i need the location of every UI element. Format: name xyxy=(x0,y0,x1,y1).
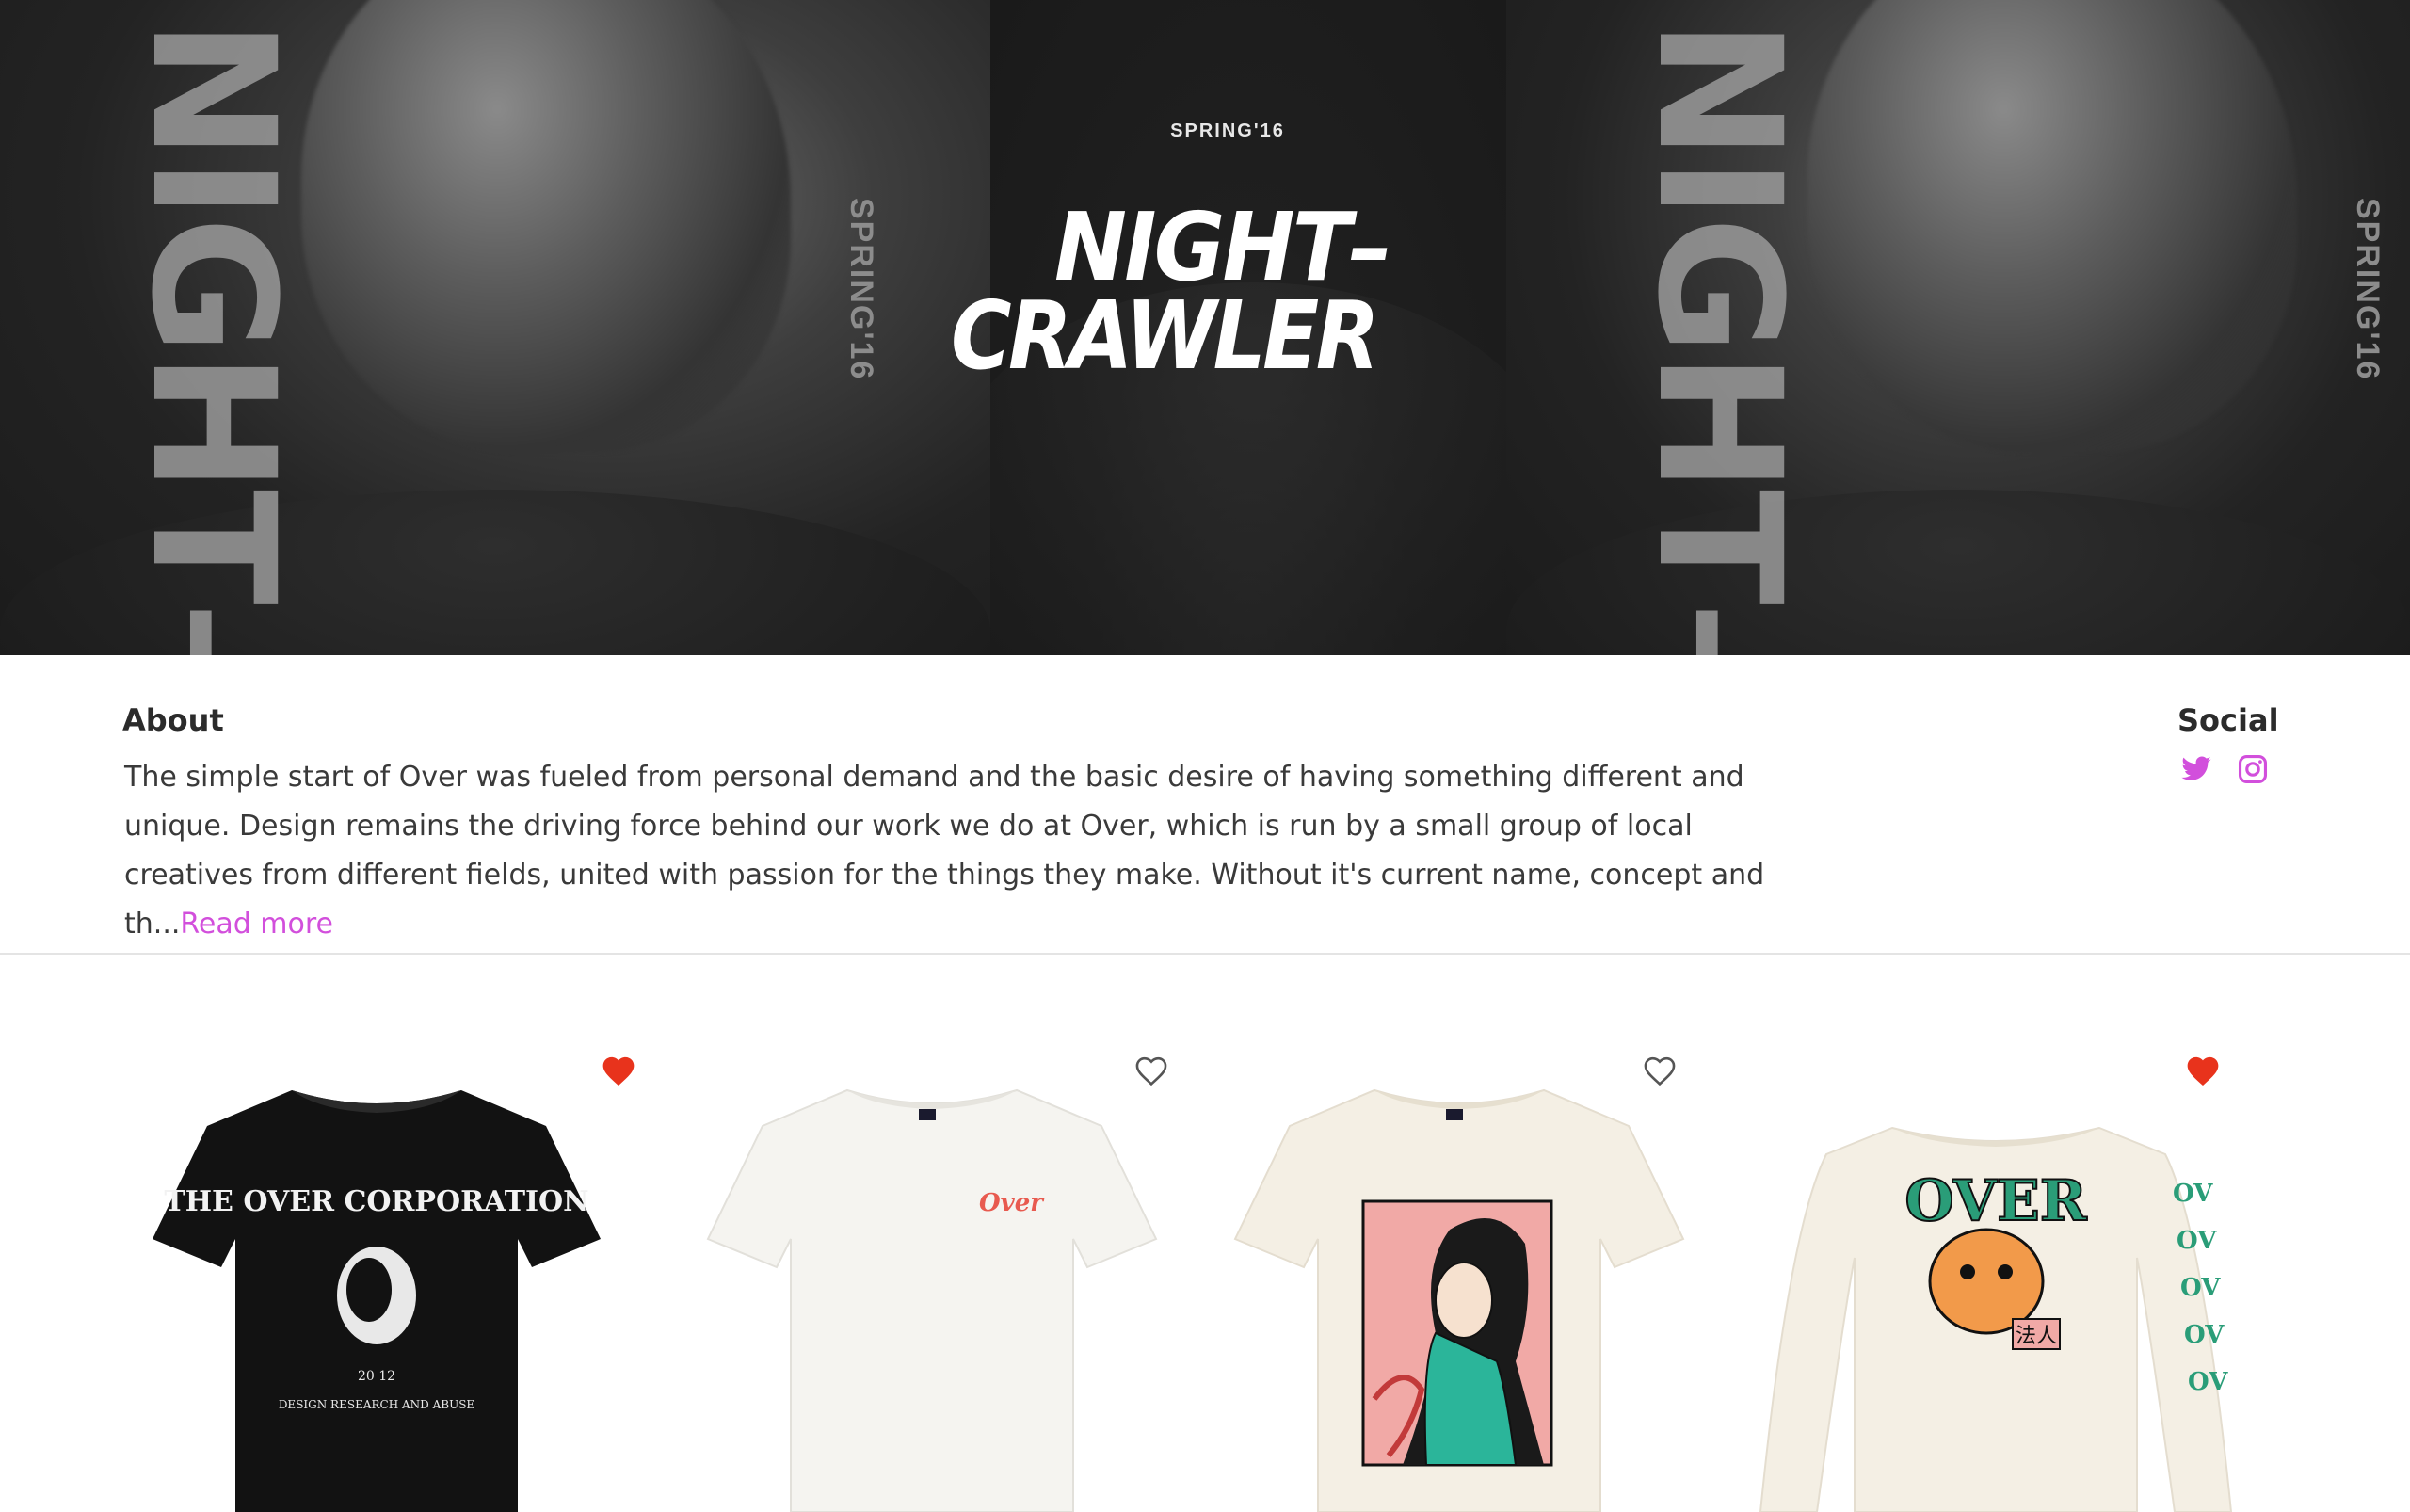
svg-text:OV: OV xyxy=(2177,1227,2217,1255)
about-section: About The simple start of Over was fuele… xyxy=(0,655,2410,955)
product-card[interactable]: Over xyxy=(687,957,1196,1512)
tee-print-year: 20 12 xyxy=(358,1369,395,1384)
svg-text:OV: OV xyxy=(2173,1180,2213,1208)
product-grid: THE OVER CORPORATION 20 12 DESIGN RESEAR… xyxy=(0,957,2410,1512)
hero-center: SPRING'16 xyxy=(941,121,1469,142)
hero-banner: NIGHT–CRAWLER SPRING'16 NIGHT–CRAWLER SP… xyxy=(0,0,2410,655)
logo-line-2: CRAWLER xyxy=(951,281,1380,391)
social-icons xyxy=(2180,753,2269,785)
product-card[interactable] xyxy=(1214,957,1723,1512)
longsleeve-image: OVER 法人 OV OV OV OV OV xyxy=(1759,1126,2233,1512)
hero-portrait-right xyxy=(1808,0,2297,452)
about-body: The simple start of Over was fueled from… xyxy=(124,761,1765,941)
heart-filled-icon[interactable] xyxy=(2184,1053,2222,1086)
twitter-icon[interactable] xyxy=(2180,753,2212,785)
instagram-icon[interactable] xyxy=(2237,753,2269,785)
black-tee-image: THE OVER CORPORATION 20 12 DESIGN RESEAR… xyxy=(153,1090,601,1512)
hero-panel-left: NIGHT–CRAWLER SPRING'16 xyxy=(0,0,990,655)
hero-panel-right: NIGHT–CRAWLER SPRING'16 xyxy=(1506,0,2410,655)
cream-tee-image xyxy=(1233,1088,1685,1512)
longsleeve-print-title: OVER xyxy=(1904,1168,2087,1234)
hero-season-label: SPRING'16 xyxy=(1170,121,1285,141)
svg-text:OV: OV xyxy=(2180,1274,2221,1302)
hero-vertical-title-left: NIGHT–CRAWLER xyxy=(114,19,311,655)
tee-print-title: THE OVER CORPORATION xyxy=(164,1185,588,1218)
read-more-link[interactable]: Read more xyxy=(180,908,333,941)
heart-filled-icon[interactable] xyxy=(600,1053,637,1086)
about-text: The simple start of Over was fueled from… xyxy=(124,753,1781,949)
white-tee-image: Over xyxy=(706,1088,1158,1512)
longsleeve-print-kanji: 法人 xyxy=(2016,1325,2057,1348)
hero-vertical-season-left: SPRING'16 xyxy=(844,198,879,381)
product-card[interactable]: THE OVER CORPORATION 20 12 DESIGN RESEAR… xyxy=(132,957,640,1512)
about-title: About xyxy=(122,702,224,738)
hero-vertical-season-right: SPRING'16 xyxy=(2350,198,2386,381)
logo-line-1: NIGHT– xyxy=(1054,192,1392,302)
nightcrawler-logo: NIGHT– CRAWLER xyxy=(951,192,1440,391)
svg-text:OV: OV xyxy=(2188,1368,2228,1396)
tee-print-script: Over xyxy=(979,1189,1045,1217)
hero-vertical-title-right: NIGHT–CRAWLER xyxy=(1620,19,1817,655)
hero-portrait-left xyxy=(301,0,791,452)
svg-text:OV: OV xyxy=(2184,1321,2225,1349)
social-title: Social xyxy=(2177,702,2279,738)
product-card[interactable]: OVER 法人 OV OV OV OV OV xyxy=(1751,957,2259,1512)
tee-print-sub: DESIGN RESEARCH AND ABUSE xyxy=(279,1398,474,1411)
